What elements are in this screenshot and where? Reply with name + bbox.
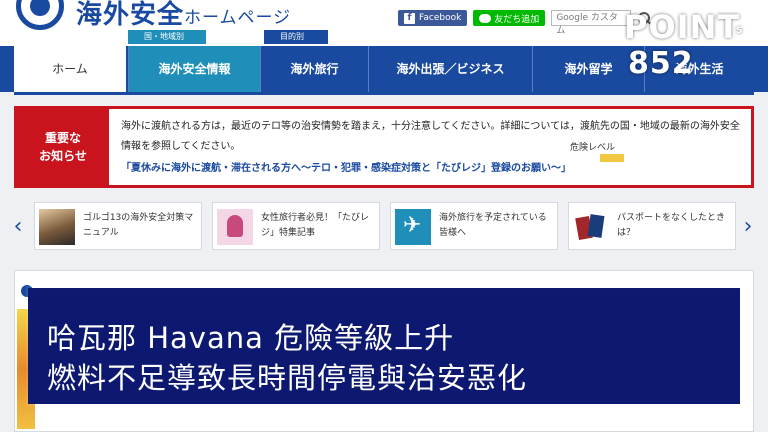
header-actions: f Facebook 友だち追加 Google カスタム <box>398 10 651 36</box>
carousel-card-lost-passport[interactable]: パスポートをなくしたときは？ <box>568 202 736 250</box>
notice-label-line2: お知らせ <box>39 149 87 163</box>
carousel-card-text: 女性旅行者必見！「たびレジ」特集記事 <box>261 213 370 238</box>
carousel-prev-icon[interactable]: ‹ <box>10 214 26 240</box>
channel-logo-small: S <box>736 26 743 36</box>
risk-level-legend-chip <box>600 154 624 162</box>
search-input[interactable]: Google カスタム <box>551 10 632 36</box>
female-traveler-thumbnail <box>217 209 253 245</box>
line-add-friend-button[interactable]: 友だち追加 <box>473 10 546 26</box>
nav-overseas-travel[interactable]: 海外旅行 <box>260 46 368 92</box>
facebook-label: Facebook <box>419 13 462 23</box>
channel-logo-top: POINT <box>624 8 741 46</box>
nav-home[interactable]: ホーム <box>14 46 126 92</box>
carousel-card-female-traveler[interactable]: 女性旅行者必見！「たびレジ」特集記事 <box>212 202 380 250</box>
airplane-icon <box>395 209 431 245</box>
caption-line-1: 哈瓦那 Havana 危險等級上升 <box>47 321 455 355</box>
nav-business-trip[interactable]: 海外出張／ビジネス <box>368 46 532 92</box>
passport-icon <box>573 209 609 245</box>
channel-logo-bottom: 852 <box>628 46 694 81</box>
news-caption: 哈瓦那 Havana 危險等級上升 燃料不足導致長時間停電與治安惡化 <box>28 288 740 404</box>
carousel-next-icon[interactable]: › <box>740 214 756 240</box>
feature-carousel: ‹ ゴルゴ13の海外安全対策マニュアル 女性旅行者必見！「たびレジ」特集記事 海… <box>0 200 768 256</box>
line-label: 友だち追加 <box>494 14 540 25</box>
risk-level-legend-title: 危険レベル <box>570 143 616 153</box>
site-title[interactable]: 海外安全ホームページ <box>76 0 291 31</box>
nav-underline <box>14 92 754 95</box>
line-icon <box>479 13 492 23</box>
important-notice: 重要な お知らせ 海外に渡航される方は，最近のテロ等の治安情勢を踏まえ，十分注意… <box>14 106 754 188</box>
tab-by-purpose[interactable]: 目的別 <box>264 30 328 44</box>
notice-link[interactable]: 「夏休みに海外に渡航・滞在される方へ〜テロ・犯罪・感染症対策と「たびレジ」登録の… <box>121 159 571 174</box>
golgo13-thumbnail <box>39 209 75 245</box>
carousel-card-text: パスポートをなくしたときは？ <box>617 213 726 238</box>
carousel-card-text: ゴルゴ13の海外安全対策マニュアル <box>83 213 194 238</box>
site-title-main: 海外安全 <box>76 0 185 30</box>
notice-text: 海外に渡航される方は，最近のテロ等の治安情勢を踏まえ，十分注意してください。詳細… <box>121 121 740 152</box>
caption-line-2: 燃料不足導致長時間停電與治安惡化 <box>47 361 528 395</box>
facebook-icon: f <box>404 12 415 24</box>
tab-by-country[interactable]: 国・地域別 <box>128 30 206 44</box>
channel-logo: POINT S 852 <box>624 8 758 82</box>
notice-label: 重要な お知らせ <box>17 109 109 185</box>
notice-label-line1: 重要な <box>44 131 81 145</box>
carousel-card-golgo13[interactable]: ゴルゴ13の海外安全対策マニュアル <box>34 202 202 250</box>
site-logo-icon[interactable] <box>16 0 64 30</box>
nav-overseas-safety-info[interactable]: 海外安全情報 <box>128 46 260 92</box>
carousel-card-travel-planning[interactable]: 海外旅行を予定されている皆様へ <box>390 202 558 250</box>
site-title-sub: ホームページ <box>184 8 292 28</box>
carousel-card-text: 海外旅行を予定されている皆様へ <box>439 213 547 238</box>
facebook-button[interactable]: f Facebook <box>398 10 468 26</box>
